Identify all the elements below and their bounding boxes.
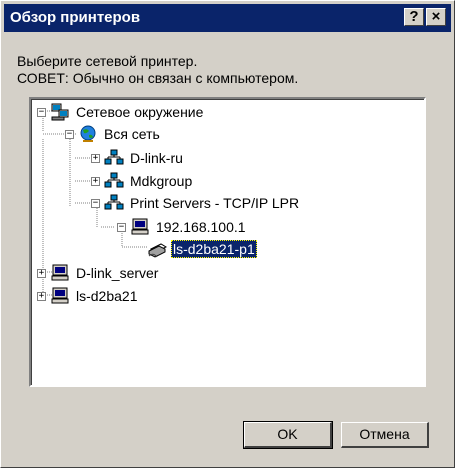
tree-item-mdkgroup[interactable]: + Mdkgroup xyxy=(91,170,194,192)
collapse-toggle[interactable]: − xyxy=(91,198,100,208)
tree-item-d-link-ru[interactable]: + D-link-ru xyxy=(91,147,185,169)
title-bar[interactable]: Обзор принтеров ? × xyxy=(4,4,451,32)
tree-item-entire-network[interactable]: − Вся сеть xyxy=(65,123,162,145)
collapse-toggle[interactable]: − xyxy=(37,107,46,117)
tree-item-label: Сетевое окружение xyxy=(76,104,204,120)
instruction-line-2: СОВЕТ: Обычно он связан с компьютером. xyxy=(17,70,299,86)
workgroup-icon xyxy=(104,194,124,210)
tree-item-label: Вся сеть xyxy=(104,126,160,142)
computer-icon xyxy=(131,218,149,235)
instructions: Выберите сетевой принтер. СОВЕТ: Обычно … xyxy=(17,53,298,87)
printer-tree-view[interactable]: − Сетевое окружение − Вся сеть + D-link-… xyxy=(29,97,426,387)
printer-icon xyxy=(148,243,167,258)
help-button[interactable]: ? xyxy=(404,8,424,26)
tree-item-network-neighborhood[interactable]: − Сетевое окружение xyxy=(37,101,205,123)
network-neighborhood-icon xyxy=(51,103,69,121)
window-title: Обзор принтеров xyxy=(10,9,141,26)
computer-icon xyxy=(51,264,69,281)
workgroup-icon xyxy=(104,172,124,188)
ok-button[interactable]: OK xyxy=(243,421,333,449)
tree-item-label: Print Servers - TCP/IP LPR xyxy=(130,195,300,211)
expand-toggle[interactable]: + xyxy=(91,153,100,163)
expand-toggle[interactable]: + xyxy=(91,176,100,186)
tree-item-ls-d2ba21[interactable]: + ls-d2ba21 xyxy=(37,285,140,307)
entire-network-globe-icon xyxy=(80,125,96,142)
computer-icon xyxy=(51,287,69,304)
tree-item-label: ls-d2ba21 xyxy=(76,288,138,304)
tree-item-label: D-link_server xyxy=(76,265,159,281)
cancel-button[interactable]: Отмена xyxy=(341,422,429,448)
tree-item-print-servers[interactable]: − Print Servers - TCP/IP LPR xyxy=(91,192,301,214)
tree-item-label: Mdkgroup xyxy=(130,173,193,189)
collapse-toggle[interactable]: − xyxy=(65,129,74,139)
browse-printers-dialog: Обзор принтеров ? × Выберите сетевой при… xyxy=(0,0,455,468)
tree-item-printer-selected[interactable]: ls-d2ba21-p1 xyxy=(147,238,257,260)
expand-toggle[interactable]: + xyxy=(37,291,46,301)
expand-toggle[interactable]: + xyxy=(37,268,46,278)
tree-item-192-168-100-1[interactable]: − 192.168.100.1 xyxy=(117,216,248,238)
tree-item-label: ls-d2ba21-p1 xyxy=(171,240,257,258)
collapse-toggle[interactable]: − xyxy=(117,222,126,232)
instruction-line-1: Выберите сетевой принтер. xyxy=(17,53,198,69)
close-button[interactable]: × xyxy=(426,8,446,26)
tree-item-d-link-server[interactable]: + D-link_server xyxy=(37,262,160,284)
tree-item-label: 192.168.100.1 xyxy=(156,219,246,235)
tree-item-label: D-link-ru xyxy=(130,150,183,166)
workgroup-icon xyxy=(104,149,124,165)
